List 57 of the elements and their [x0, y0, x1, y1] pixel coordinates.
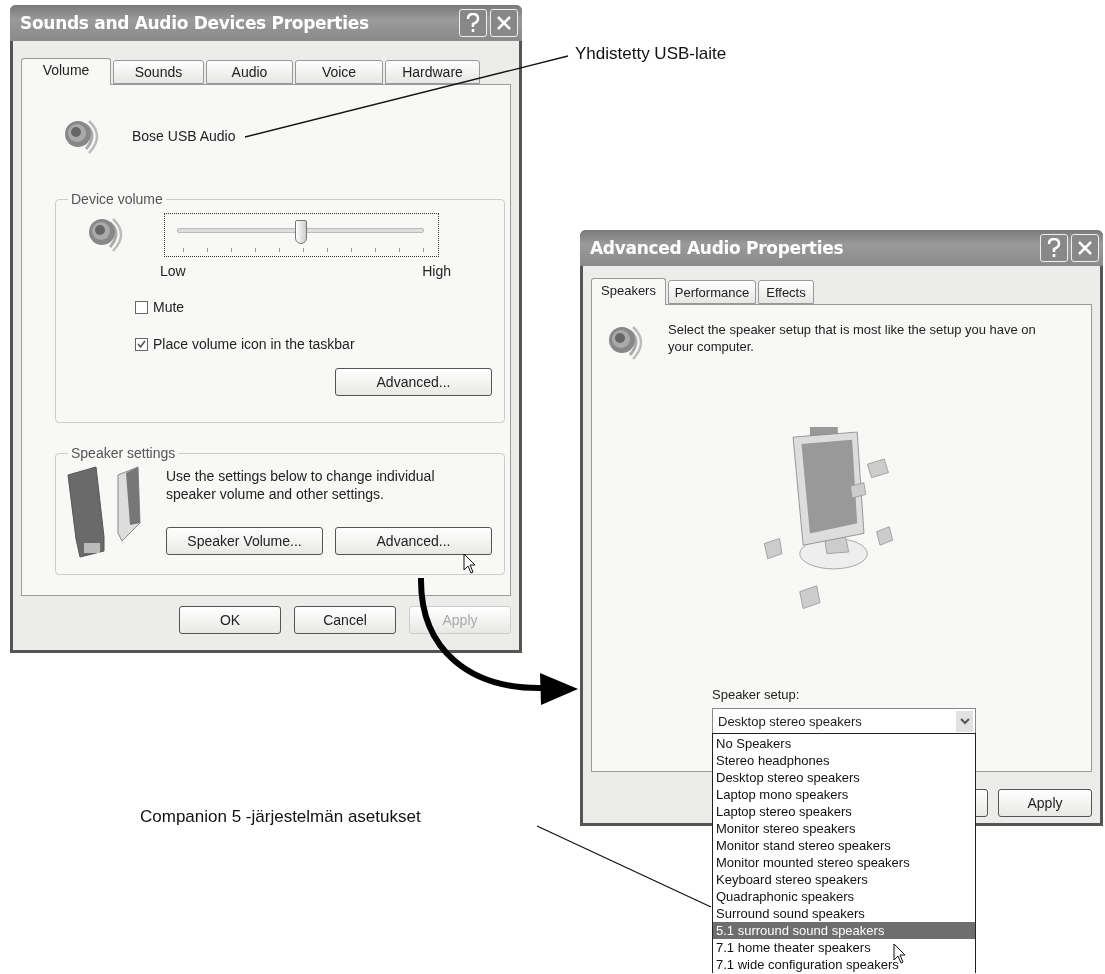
description-text: Select the speaker setup that is most like the setup you have on your computer. — [668, 321, 1037, 355]
dialog-button[interactable]: OK — [179, 606, 281, 634]
window-title: Sounds and Audio Devices Properties — [20, 13, 370, 33]
tab[interactable]: Effects — [758, 280, 814, 304]
advanced-button[interactable]: Advanced... — [335, 368, 492, 396]
list-option[interactable]: Laptop mono speakers — [713, 786, 975, 803]
checkbox-label: Place volume icon in the taskbar — [153, 336, 355, 352]
tab[interactable]: Performance — [668, 280, 756, 304]
low-label: Low — [160, 263, 187, 279]
callout-text: Yhdistetty USB-laite — [575, 44, 727, 64]
close-icon — [496, 15, 512, 31]
dialog-button[interactable]: Apply — [998, 789, 1092, 817]
group-label: Speaker settings — [70, 445, 177, 461]
list-option[interactable]: Surround sound speakers — [713, 905, 975, 922]
dialog-button[interactable]: Cancel — [294, 606, 396, 634]
help-icon — [1046, 238, 1062, 258]
list-option[interactable]: Stereo headphones — [713, 752, 975, 769]
settings-button[interactable]: Advanced... — [335, 527, 492, 555]
high-label: High — [422, 263, 451, 279]
window-title: Advanced Audio Properties — [590, 238, 845, 258]
close-button[interactable] — [1071, 234, 1099, 262]
list-option[interactable]: Quadraphonic speakers — [713, 888, 975, 905]
device-name: Bose USB Audio — [132, 128, 236, 144]
tab[interactable]: Volume — [21, 58, 111, 85]
list-option[interactable]: 7.1 wide configuration speakers — [713, 956, 975, 973]
tab[interactable]: Sounds — [113, 60, 204, 84]
tab[interactable]: Audio — [206, 60, 293, 84]
checkbox[interactable] — [135, 337, 148, 351]
tab[interactable]: Voice — [295, 60, 383, 84]
help-icon — [465, 13, 481, 33]
checkbox-label: Mute — [153, 299, 185, 315]
list-option[interactable]: Keyboard stereo speakers — [713, 871, 975, 888]
mouse-pointer-icon — [463, 553, 477, 575]
help-button[interactable] — [459, 9, 487, 37]
list-option[interactable]: Laptop stereo speakers — [713, 803, 975, 820]
speaker-setup-dropdown[interactable]: Desktop stereo speakers — [712, 708, 976, 735]
list-option[interactable]: 7.1 home theater speakers — [713, 939, 975, 956]
volume-slider[interactable] — [164, 213, 439, 257]
list-option[interactable]: Monitor stand stereo speakers — [713, 837, 975, 854]
list-option[interactable]: Desktop stereo speakers — [713, 769, 975, 786]
tab[interactable]: Hardware — [385, 60, 480, 84]
close-button[interactable] — [490, 9, 518, 37]
tab[interactable]: Speakers — [591, 278, 666, 305]
list-option[interactable]: Monitor stereo speakers — [713, 820, 975, 837]
group-label: Device volume — [70, 191, 164, 207]
list-option[interactable]: No Speakers — [713, 735, 975, 752]
callout-text: Companion 5 -järjestelmän asetukset — [140, 807, 421, 827]
help-button[interactable] — [1040, 234, 1068, 262]
field-label: Speaker setup: — [712, 687, 800, 702]
description-text: Use the settings below to change individual speaker volume and other settings. — [166, 467, 436, 503]
list-option[interactable]: Monitor mounted stereo speakers — [713, 854, 975, 871]
close-icon — [1077, 240, 1093, 256]
checkbox[interactable] — [135, 300, 148, 314]
slider-thumb[interactable] — [294, 220, 307, 244]
chevron-down-icon — [959, 718, 970, 725]
list-option[interactable]: 5.1 surround sound speakers — [713, 922, 975, 939]
settings-button[interactable]: Speaker Volume... — [166, 527, 323, 555]
